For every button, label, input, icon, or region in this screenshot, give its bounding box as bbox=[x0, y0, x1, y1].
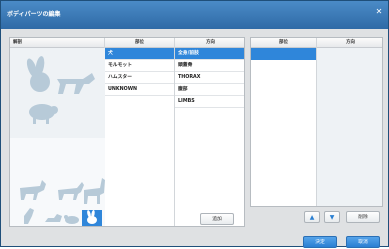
part-item[interactable]: UNKNOWN bbox=[105, 84, 174, 96]
parts-column: 部位 犬モルモットハムスター UNKNOWN bbox=[105, 38, 175, 226]
cancel-button[interactable]: 取消 bbox=[346, 236, 380, 248]
move-up-button[interactable]: ▲ bbox=[304, 211, 320, 223]
parrot-icon[interactable] bbox=[24, 208, 34, 224]
anatomy-column: 解剖 bbox=[10, 38, 105, 226]
goat-icon[interactable] bbox=[58, 182, 84, 200]
left-panel: 解剖 部位 犬 モルモット ハムスター UNKNOWN 方向 全身/前肢 頭蓋骨… bbox=[9, 37, 245, 227]
part-item-label: 犬 bbox=[108, 51, 113, 56]
add-button[interactable]: 追加 bbox=[200, 213, 234, 225]
part-item[interactable]: 犬 bbox=[105, 48, 174, 60]
directions-header: 方向 bbox=[175, 38, 244, 48]
directions-column: 方向 全身/前肢頭蓋骨 THORAX 腹部 LIMBS bbox=[175, 38, 244, 226]
right-directions-area bbox=[317, 48, 382, 206]
part-item[interactable]: ハムスター bbox=[105, 72, 174, 84]
ok-button[interactable]: 決定 bbox=[303, 236, 337, 248]
direction-item-label: 腹部 bbox=[178, 87, 188, 92]
up-arrow-icon: ▲ bbox=[309, 214, 315, 221]
direction-item[interactable]: LIMBS bbox=[175, 96, 244, 108]
right-directions-column: 方向 bbox=[317, 38, 382, 206]
mouse-icon[interactable] bbox=[64, 215, 79, 224]
direction-item[interactable]: 全身/前肢 bbox=[175, 48, 244, 60]
down-arrow-icon: ▼ bbox=[329, 214, 335, 221]
direction-item-label: 全身/前肢 bbox=[178, 51, 199, 56]
close-icon[interactable]: ✕ bbox=[374, 7, 384, 17]
duck-icon[interactable] bbox=[45, 214, 62, 222]
pig-icon[interactable] bbox=[29, 104, 58, 124]
right-selected-row[interactable] bbox=[251, 48, 316, 60]
right-directions-header: 方向 bbox=[317, 38, 382, 48]
title-bar: ボディパーツの編集 ✕ bbox=[1, 1, 388, 29]
part-item-label: ハムスター bbox=[108, 75, 132, 80]
direction-item-label: LIMBS bbox=[178, 99, 195, 104]
directions-list: 全身/前肢頭蓋骨 THORAX 腹部 LIMBS bbox=[175, 48, 244, 108]
direction-item-label: THORAX bbox=[178, 75, 201, 80]
direction-item-label: 頭蓋骨 bbox=[178, 63, 193, 68]
parts-header: 部位 bbox=[105, 38, 174, 48]
horse-icon[interactable] bbox=[84, 178, 105, 204]
silhouette-preview bbox=[10, 48, 105, 138]
direction-item[interactable]: 頭蓋骨 bbox=[175, 60, 244, 72]
silhouette-preview-graphic bbox=[25, 55, 95, 124]
anatomy-header: 解剖 bbox=[10, 38, 104, 48]
direction-item[interactable]: THORAX bbox=[175, 72, 244, 84]
right-parts-column: 部位 bbox=[251, 38, 317, 206]
window-title: ボディパーツの編集 bbox=[7, 11, 61, 18]
silhouette-grid bbox=[10, 138, 105, 226]
right-parts-header: 部位 bbox=[251, 38, 316, 48]
part-item-label: UNKNOWN bbox=[108, 87, 138, 92]
right-panel: 部位 方向 bbox=[250, 37, 383, 207]
move-down-button[interactable]: ▼ bbox=[324, 211, 340, 223]
parts-list: 犬モルモットハムスター UNKNOWN bbox=[105, 48, 174, 96]
cat-icon[interactable] bbox=[20, 180, 46, 200]
dog-icon[interactable] bbox=[57, 73, 95, 94]
part-item[interactable]: モルモット bbox=[105, 60, 174, 72]
silhouette-grid-graphic bbox=[20, 178, 105, 226]
delete-button[interactable]: 削除 bbox=[346, 211, 380, 223]
part-item-label: モルモット bbox=[108, 63, 132, 68]
direction-item[interactable]: 腹部 bbox=[175, 84, 244, 96]
rabbit-icon[interactable] bbox=[25, 55, 50, 92]
body-parts-editor-window: ボディパーツの編集 ✕ 解剖 部位 犬 モルモット ハムスター UNKNOWN … bbox=[0, 0, 389, 248]
